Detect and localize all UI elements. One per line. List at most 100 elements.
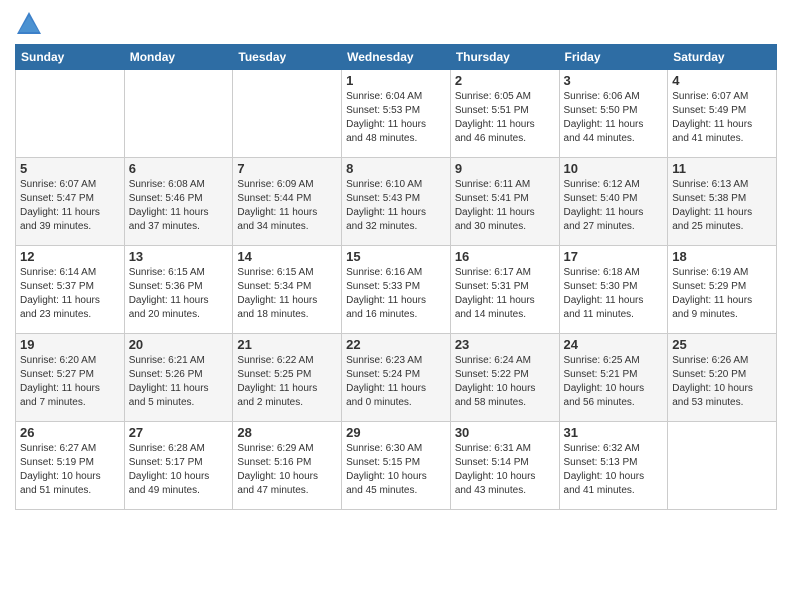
weekday-header-row: SundayMondayTuesdayWednesdayThursdayFrid… (16, 45, 777, 70)
day-info: Sunrise: 6:31 AM Sunset: 5:14 PM Dayligh… (455, 442, 555, 498)
day-number: 24 (564, 337, 664, 352)
day-info: Sunrise: 6:19 AM Sunset: 5:29 PM Dayligh… (672, 266, 772, 322)
week-row-4: 19 Sunrise: 6:20 AM Sunset: 5:27 PM Dayli… (16, 334, 777, 422)
week-row-1: 1Sunrise: 6:04 AM Sunset: 5:53 PM Daylig… (16, 70, 777, 158)
day-info: Sunrise: 6:24 AM Sunset: 5:22 PM Dayligh… (455, 354, 555, 410)
week-row-2: 5 Sunrise: 6:07 AM Sunset: 5:47 PM Daylig… (16, 158, 777, 246)
calendar-cell: 2 Sunrise: 6:05 AM Sunset: 5:51 PM Daylig… (450, 70, 559, 158)
header (15, 10, 777, 38)
day-info: Sunrise: 6:20 AM Sunset: 5:27 PM Dayligh… (20, 354, 120, 410)
day-number: 5 (20, 161, 120, 176)
calendar-cell: 6Sunrise: 6:08 AM Sunset: 5:46 PM Daylig… (124, 158, 233, 246)
day-info: Sunrise: 6:15 AM Sunset: 5:36 PM Dayligh… (129, 266, 229, 322)
calendar-cell: 22 Sunrise: 6:23 AM Sunset: 5:24 PM Dayli… (342, 334, 451, 422)
calendar-cell: 24 Sunrise: 6:25 AM Sunset: 5:21 PM Dayli… (559, 334, 668, 422)
day-number: 30 (455, 425, 555, 440)
calendar-cell: 25 Sunrise: 6:26 AM Sunset: 5:20 PM Dayli… (668, 334, 777, 422)
weekday-header-monday: Monday (124, 45, 233, 70)
day-info: Sunrise: 6:04 AM Sunset: 5:53 PM Dayligh… (346, 90, 446, 146)
logo (15, 10, 47, 38)
calendar-cell: 16Sunrise: 6:17 AM Sunset: 5:31 PM Dayli… (450, 246, 559, 334)
day-info: Sunrise: 6:18 AM Sunset: 5:30 PM Dayligh… (564, 266, 664, 322)
day-number: 19 (20, 337, 120, 352)
day-info: Sunrise: 6:11 AM Sunset: 5:41 PM Dayligh… (455, 178, 555, 234)
calendar-cell: 3 Sunrise: 6:06 AM Sunset: 5:50 PM Daylig… (559, 70, 668, 158)
day-number: 21 (237, 337, 337, 352)
weekday-header-friday: Friday (559, 45, 668, 70)
day-number: 17 (564, 249, 664, 264)
calendar-cell: 21 Sunrise: 6:22 AM Sunset: 5:25 PM Dayli… (233, 334, 342, 422)
weekday-header-saturday: Saturday (668, 45, 777, 70)
day-number: 14 (237, 249, 337, 264)
day-info: Sunrise: 6:29 AM Sunset: 5:16 PM Dayligh… (237, 442, 337, 498)
calendar-cell (668, 422, 777, 510)
weekday-header-sunday: Sunday (16, 45, 125, 70)
calendar-cell: 4 Sunrise: 6:07 AM Sunset: 5:49 PM Daylig… (668, 70, 777, 158)
calendar-cell: 7 Sunrise: 6:09 AM Sunset: 5:44 PM Daylig… (233, 158, 342, 246)
day-info: Sunrise: 6:21 AM Sunset: 5:26 PM Dayligh… (129, 354, 229, 410)
calendar-cell (233, 70, 342, 158)
day-info: Sunrise: 6:07 AM Sunset: 5:47 PM Dayligh… (20, 178, 120, 234)
calendar-cell: 26 Sunrise: 6:27 AM Sunset: 5:19 PM Dayli… (16, 422, 125, 510)
calendar-cell (16, 70, 125, 158)
calendar-cell: 29 Sunrise: 6:30 AM Sunset: 5:15 PM Dayli… (342, 422, 451, 510)
day-info: Sunrise: 6:14 AM Sunset: 5:37 PM Dayligh… (20, 266, 120, 322)
day-info: Sunrise: 6:07 AM Sunset: 5:49 PM Dayligh… (672, 90, 772, 146)
day-number: 28 (237, 425, 337, 440)
day-info: Sunrise: 6:17 AM Sunset: 5:31 PM Dayligh… (455, 266, 555, 322)
day-info: Sunrise: 6:26 AM Sunset: 5:20 PM Dayligh… (672, 354, 772, 410)
day-info: Sunrise: 6:06 AM Sunset: 5:50 PM Dayligh… (564, 90, 664, 146)
day-info: Sunrise: 6:30 AM Sunset: 5:15 PM Dayligh… (346, 442, 446, 498)
week-row-3: 12 Sunrise: 6:14 AM Sunset: 5:37 PM Dayli… (16, 246, 777, 334)
weekday-header-wednesday: Wednesday (342, 45, 451, 70)
day-number: 29 (346, 425, 446, 440)
day-info: Sunrise: 6:16 AM Sunset: 5:33 PM Dayligh… (346, 266, 446, 322)
day-number: 7 (237, 161, 337, 176)
calendar-cell: 27Sunrise: 6:28 AM Sunset: 5:17 PM Dayli… (124, 422, 233, 510)
day-info: Sunrise: 6:28 AM Sunset: 5:17 PM Dayligh… (129, 442, 229, 498)
calendar-cell: 11 Sunrise: 6:13 AM Sunset: 5:38 PM Dayli… (668, 158, 777, 246)
calendar-cell: 23 Sunrise: 6:24 AM Sunset: 5:22 PM Dayli… (450, 334, 559, 422)
day-number: 20 (129, 337, 229, 352)
day-number: 26 (20, 425, 120, 440)
day-info: Sunrise: 6:13 AM Sunset: 5:38 PM Dayligh… (672, 178, 772, 234)
day-number: 23 (455, 337, 555, 352)
calendar-cell: 28 Sunrise: 6:29 AM Sunset: 5:16 PM Dayli… (233, 422, 342, 510)
day-number: 22 (346, 337, 446, 352)
calendar-cell: 12 Sunrise: 6:14 AM Sunset: 5:37 PM Dayli… (16, 246, 125, 334)
logo-icon (15, 10, 43, 38)
day-info: Sunrise: 6:10 AM Sunset: 5:43 PM Dayligh… (346, 178, 446, 234)
calendar-cell: 20 Sunrise: 6:21 AM Sunset: 5:26 PM Dayli… (124, 334, 233, 422)
day-info: Sunrise: 6:23 AM Sunset: 5:24 PM Dayligh… (346, 354, 446, 410)
calendar-table: SundayMondayTuesdayWednesdayThursdayFrid… (15, 44, 777, 510)
day-number: 8 (346, 161, 446, 176)
day-info: Sunrise: 6:15 AM Sunset: 5:34 PM Dayligh… (237, 266, 337, 322)
calendar-cell: 18Sunrise: 6:19 AM Sunset: 5:29 PM Dayli… (668, 246, 777, 334)
day-info: Sunrise: 6:08 AM Sunset: 5:46 PM Dayligh… (129, 178, 229, 234)
calendar-cell: 5 Sunrise: 6:07 AM Sunset: 5:47 PM Daylig… (16, 158, 125, 246)
calendar-cell: 14 Sunrise: 6:15 AM Sunset: 5:34 PM Dayli… (233, 246, 342, 334)
day-number: 4 (672, 73, 772, 88)
day-number: 12 (20, 249, 120, 264)
calendar-cell: 10Sunrise: 6:12 AM Sunset: 5:40 PM Dayli… (559, 158, 668, 246)
day-number: 13 (129, 249, 229, 264)
day-info: Sunrise: 6:09 AM Sunset: 5:44 PM Dayligh… (237, 178, 337, 234)
weekday-header-tuesday: Tuesday (233, 45, 342, 70)
calendar-cell: 19 Sunrise: 6:20 AM Sunset: 5:27 PM Dayli… (16, 334, 125, 422)
day-number: 11 (672, 161, 772, 176)
day-info: Sunrise: 6:05 AM Sunset: 5:51 PM Dayligh… (455, 90, 555, 146)
day-info: Sunrise: 6:27 AM Sunset: 5:19 PM Dayligh… (20, 442, 120, 498)
day-number: 9 (455, 161, 555, 176)
day-number: 3 (564, 73, 664, 88)
day-info: Sunrise: 6:32 AM Sunset: 5:13 PM Dayligh… (564, 442, 664, 498)
calendar-cell (124, 70, 233, 158)
day-info: Sunrise: 6:25 AM Sunset: 5:21 PM Dayligh… (564, 354, 664, 410)
week-row-5: 26 Sunrise: 6:27 AM Sunset: 5:19 PM Dayli… (16, 422, 777, 510)
page: SundayMondayTuesdayWednesdayThursdayFrid… (0, 0, 792, 612)
day-number: 2 (455, 73, 555, 88)
day-number: 10 (564, 161, 664, 176)
day-number: 25 (672, 337, 772, 352)
day-number: 31 (564, 425, 664, 440)
calendar-cell: 13 Sunrise: 6:15 AM Sunset: 5:36 PM Dayli… (124, 246, 233, 334)
day-info: Sunrise: 6:22 AM Sunset: 5:25 PM Dayligh… (237, 354, 337, 410)
